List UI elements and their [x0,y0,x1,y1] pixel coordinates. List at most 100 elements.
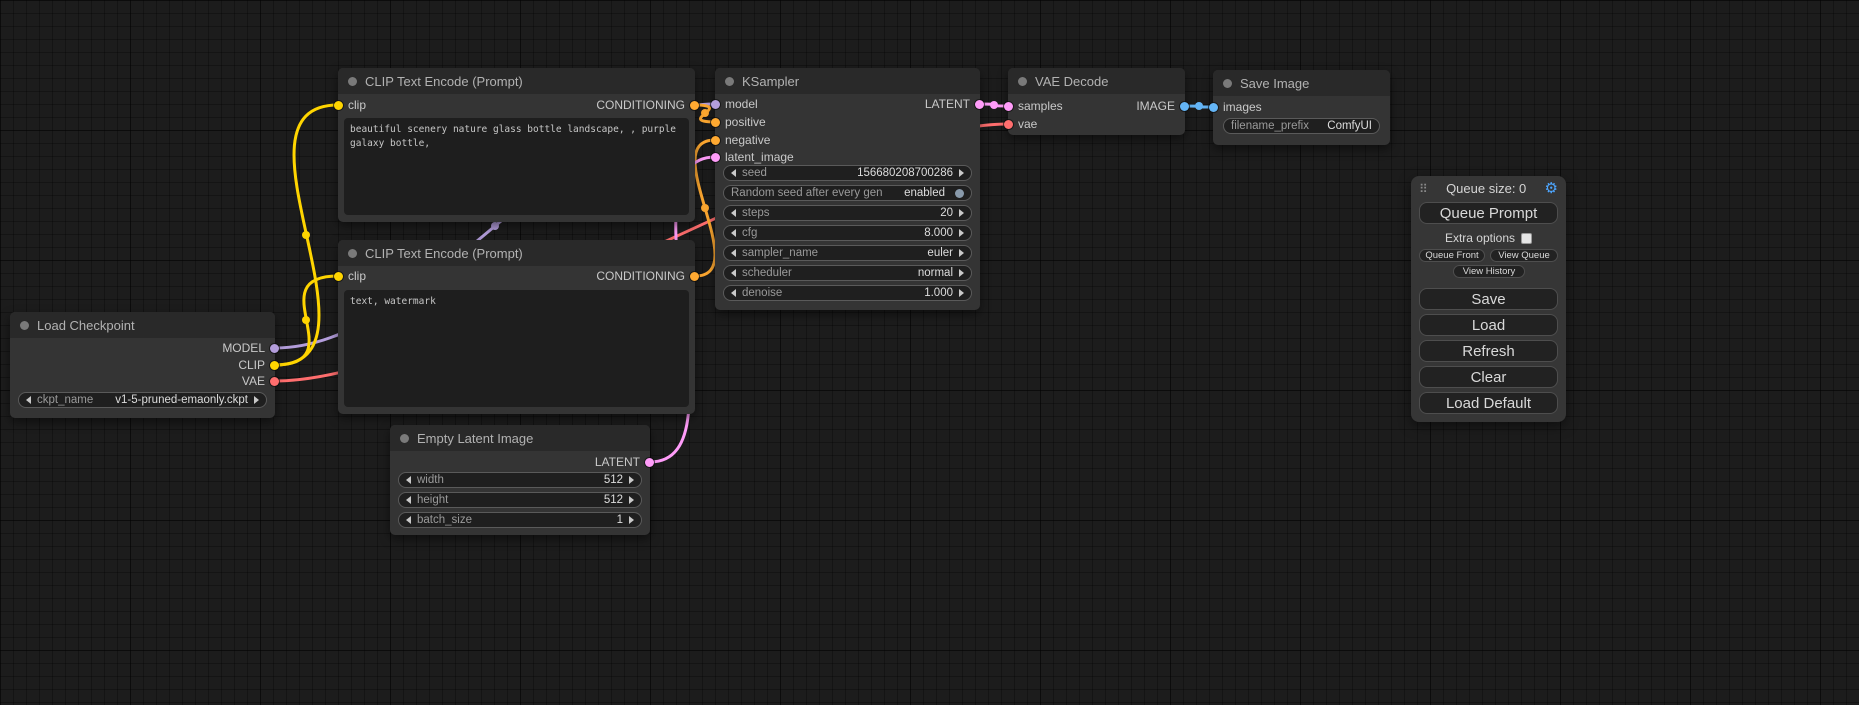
output-slot-image: IMAGE [1136,98,1189,114]
clip-input-port[interactable] [334,272,343,281]
widget-value: v1-5-pruned-emaonly.ckpt [115,394,248,406]
node-title-bar[interactable]: Load Checkpoint [10,312,275,338]
latent-output-port[interactable] [645,458,654,467]
conditioning-output-port[interactable] [690,101,699,110]
load-button[interactable]: Load [1419,314,1558,336]
scheduler-widget[interactable]: scheduler normal [723,265,972,281]
output-label: CLIP [238,358,265,372]
node-title: CLIP Text Encode (Prompt) [365,246,523,261]
widget-value: 1.000 [924,287,953,299]
view-history-button[interactable]: View History [1453,265,1525,278]
decrement-arrow-icon[interactable] [731,169,736,177]
increment-arrow-icon[interactable] [254,396,259,404]
node-load-checkpoint[interactable]: Load Checkpoint MODEL CLIP VAE ckpt_name… [10,312,275,418]
height-widget[interactable]: height 512 [398,492,642,508]
cfg-widget[interactable]: cfg 8.000 [723,225,972,241]
decrement-arrow-icon[interactable] [731,249,736,257]
positive-input-port[interactable] [711,118,720,127]
output-slot-vae: VAE [242,373,279,389]
decrement-arrow-icon[interactable] [406,516,411,524]
node-empty-latent-image[interactable]: Empty Latent Image LATENT width 512 heig… [390,425,650,535]
batch-size-widget[interactable]: batch_size 1 [398,512,642,528]
node-collapse-dot-icon[interactable] [348,249,357,258]
queue-menu-panel[interactable]: ⠿ Queue size: 0 ⚙ Queue Prompt Extra opt… [1411,176,1566,422]
width-widget[interactable]: width 512 [398,472,642,488]
output-label: LATENT [595,455,640,469]
images-input-port[interactable] [1209,103,1218,112]
node-title-bar[interactable]: CLIP Text Encode (Prompt) [338,68,695,94]
clear-button[interactable]: Clear [1419,366,1558,388]
decrement-arrow-icon[interactable] [731,209,736,217]
node-collapse-dot-icon[interactable] [1018,77,1027,86]
ckpt-name-widget[interactable]: ckpt_name v1-5-pruned-emaonly.ckpt [18,392,267,408]
node-clip-text-encode-positive[interactable]: CLIP Text Encode (Prompt) clip CONDITION… [338,68,695,222]
decrement-arrow-icon[interactable] [406,476,411,484]
view-queue-button[interactable]: View Queue [1490,249,1558,262]
increment-arrow-icon[interactable] [959,229,964,237]
decrement-arrow-icon[interactable] [731,269,736,277]
increment-arrow-icon[interactable] [959,209,964,217]
node-collapse-dot-icon[interactable] [20,321,29,330]
node-collapse-dot-icon[interactable] [400,434,409,443]
widget-label: Random seed after every gen [731,187,883,199]
increment-arrow-icon[interactable] [629,496,634,504]
increment-arrow-icon[interactable] [629,516,634,524]
drag-handle-icon[interactable]: ⠿ [1419,182,1428,196]
filename-prefix-widget[interactable]: filename_prefix ComfyUI [1223,118,1380,134]
steps-widget[interactable]: steps 20 [723,205,972,221]
increment-arrow-icon[interactable] [959,249,964,257]
vae-output-port[interactable] [270,377,279,386]
node-ksampler[interactable]: KSampler model LATENT positive negative … [715,68,980,310]
prompt-textarea[interactable]: text, watermark [344,290,689,407]
node-collapse-dot-icon[interactable] [348,77,357,86]
conditioning-output-port[interactable] [690,272,699,281]
node-title-bar[interactable]: Empty Latent Image [390,425,650,451]
settings-gear-icon[interactable]: ⚙ [1545,181,1558,196]
decrement-arrow-icon[interactable] [406,496,411,504]
increment-arrow-icon[interactable] [959,169,964,177]
queue-front-button[interactable]: Queue Front [1419,249,1485,262]
node-title-bar[interactable]: Save Image [1213,70,1390,96]
clip-output-port[interactable] [270,361,279,370]
increment-arrow-icon[interactable] [959,269,964,277]
node-vae-decode[interactable]: VAE Decode samples IMAGE vae [1008,68,1185,135]
node-save-image[interactable]: Save Image images filename_prefix ComfyU… [1213,70,1390,145]
seed-widget[interactable]: seed 156680208700286 [723,165,972,181]
node-collapse-dot-icon[interactable] [725,77,734,86]
queue-prompt-button[interactable]: Queue Prompt [1419,202,1558,224]
input-slot-latent-image: latent_image [711,149,794,165]
node-clip-text-encode-negative[interactable]: CLIP Text Encode (Prompt) clip CONDITION… [338,240,695,414]
save-button[interactable]: Save [1419,288,1558,310]
samples-input-port[interactable] [1004,102,1013,111]
vae-input-port[interactable] [1004,120,1013,129]
decrement-arrow-icon[interactable] [731,289,736,297]
node-title: Load Checkpoint [37,318,135,333]
node-collapse-dot-icon[interactable] [1223,79,1232,88]
node-title-bar[interactable]: VAE Decode [1008,68,1185,94]
negative-input-port[interactable] [711,136,720,145]
model-input-port[interactable] [711,100,720,109]
decrement-arrow-icon[interactable] [731,229,736,237]
node-title: KSampler [742,74,799,89]
node-graph-canvas[interactable]: Load Checkpoint MODEL CLIP VAE ckpt_name… [0,0,1859,705]
clip-input-port[interactable] [334,101,343,110]
extra-options-checkbox[interactable] [1521,233,1532,244]
prompt-textarea[interactable]: beautiful scenery nature glass bottle la… [344,118,689,215]
latent-output-port[interactable] [975,100,984,109]
node-title-bar[interactable]: KSampler [715,68,980,94]
latent-image-input-port[interactable] [711,153,720,162]
decrement-arrow-icon[interactable] [26,396,31,404]
widget-label: width [417,474,444,486]
load-default-button[interactable]: Load Default [1419,392,1558,414]
widget-value: 512 [604,494,623,506]
sampler-name-widget[interactable]: sampler_name euler [723,245,972,261]
image-output-port[interactable] [1180,102,1189,111]
random-seed-toggle-widget[interactable]: Random seed after every gen enabled [723,185,972,201]
node-title-bar[interactable]: CLIP Text Encode (Prompt) [338,240,695,266]
increment-arrow-icon[interactable] [959,289,964,297]
increment-arrow-icon[interactable] [629,476,634,484]
refresh-button[interactable]: Refresh [1419,340,1558,362]
denoise-widget[interactable]: denoise 1.000 [723,285,972,301]
model-output-port[interactable] [270,344,279,353]
link-dot-image-icon [1195,102,1203,110]
